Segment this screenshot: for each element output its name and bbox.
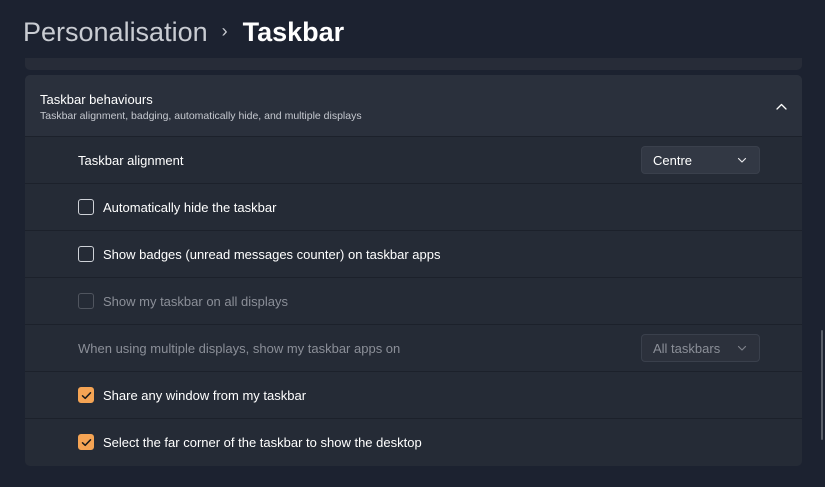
breadcrumb-personalisation[interactable]: Personalisation [23, 17, 208, 48]
multi-display-apps-label: When using multiple displays, show my ta… [78, 340, 401, 356]
auto-hide-label: Automatically hide the taskbar [103, 199, 277, 215]
checkmark-icon [81, 438, 91, 446]
chevron-down-icon [737, 345, 747, 351]
breadcrumb: Personalisation › Taskbar [23, 12, 344, 52]
setting-row-auto-hide: Automatically hide the taskbar [25, 184, 802, 231]
taskbar-alignment-dropdown[interactable]: Centre [641, 146, 760, 174]
taskbar-behaviours-section: Taskbar behaviours Taskbar alignment, ba… [25, 75, 802, 466]
share-window-checkbox[interactable] [78, 387, 94, 403]
taskbar-alignment-label: Taskbar alignment [78, 152, 184, 168]
all-displays-checkbox-option: Show my taskbar on all displays [78, 293, 288, 309]
multi-display-apps-dropdown: All taskbars [641, 334, 760, 362]
chevron-up-icon [775, 103, 787, 110]
setting-row-taskbar-alignment: Taskbar alignment Centre [25, 137, 802, 184]
taskbar-alignment-value: Centre [653, 152, 693, 168]
all-displays-label: Show my taskbar on all displays [103, 293, 288, 309]
multi-display-apps-value: All taskbars [653, 340, 721, 356]
badges-checkbox[interactable] [78, 246, 94, 262]
setting-row-far-corner: Select the far corner of the taskbar to … [25, 419, 802, 465]
section-title: Taskbar behaviours [40, 92, 153, 107]
badges-checkbox-option[interactable]: Show badges (unread messages counter) on… [78, 246, 440, 262]
far-corner-label: Select the far corner of the taskbar to … [103, 434, 422, 450]
far-corner-checkbox[interactable] [78, 434, 94, 450]
breadcrumb-separator-icon: › [221, 20, 228, 41]
checkmark-icon [81, 391, 91, 399]
setting-row-share-window: Share any window from my taskbar [25, 372, 802, 419]
share-window-checkbox-option[interactable]: Share any window from my taskbar [78, 387, 306, 403]
setting-row-badges: Show badges (unread messages counter) on… [25, 231, 802, 278]
section-subtitle: Taskbar alignment, badging, automaticall… [40, 110, 362, 122]
setting-row-all-displays: Show my taskbar on all displays [25, 278, 802, 325]
far-corner-checkbox-option[interactable]: Select the far corner of the taskbar to … [78, 434, 422, 450]
badges-label: Show badges (unread messages counter) on… [103, 246, 441, 262]
page-title: Taskbar [242, 16, 345, 47]
setting-row-multi-display-apps: When using multiple displays, show my ta… [25, 325, 802, 372]
collapse-button[interactable] [770, 95, 792, 117]
share-window-label: Share any window from my taskbar [103, 387, 307, 403]
section-header[interactable]: Taskbar behaviours Taskbar alignment, ba… [25, 75, 802, 137]
scrollbar[interactable] [821, 330, 823, 440]
all-displays-checkbox [78, 293, 94, 309]
auto-hide-checkbox-option[interactable]: Automatically hide the taskbar [78, 199, 276, 215]
auto-hide-checkbox[interactable] [78, 199, 94, 215]
chevron-down-icon [737, 157, 747, 163]
previous-section-card [25, 58, 802, 70]
